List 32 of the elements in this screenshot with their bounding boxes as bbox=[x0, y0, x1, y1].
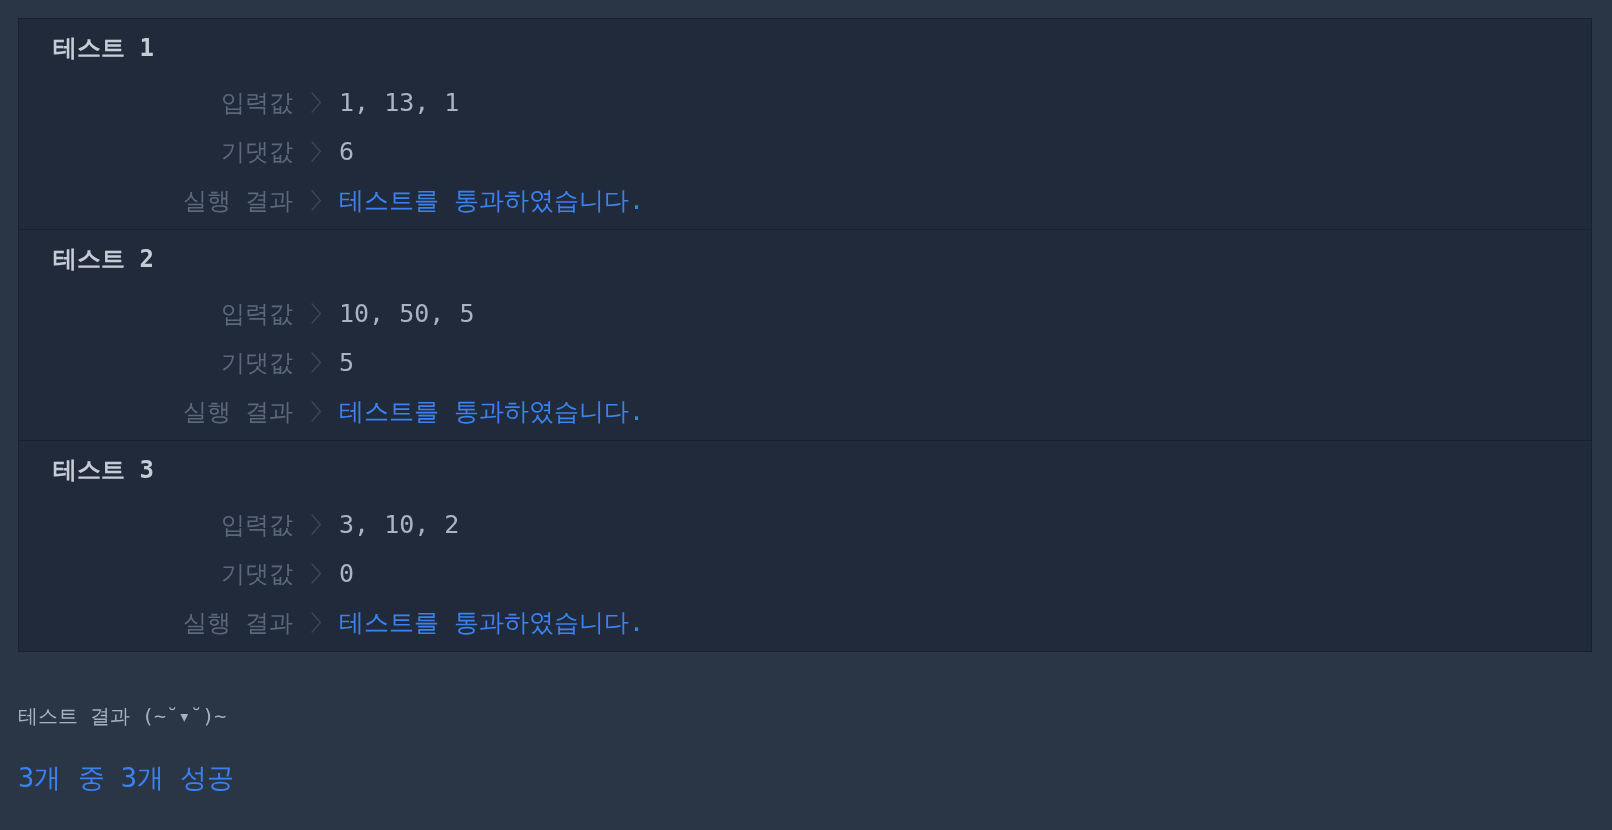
test-title: 테스트 2 bbox=[53, 244, 154, 275]
chevron-right-icon bbox=[311, 401, 321, 422]
expected-value: 5 bbox=[339, 346, 355, 379]
result-message: 테스트를 통과하였습니다. bbox=[339, 395, 645, 428]
chevron-right-icon bbox=[311, 563, 321, 584]
input-value: 1, 13, 1 bbox=[339, 86, 460, 119]
result-message: 테스트를 통과하였습니다. bbox=[339, 184, 645, 217]
row-label: 기댓값 bbox=[221, 136, 293, 168]
chevron-right-icon bbox=[311, 190, 321, 211]
expected-value: 6 bbox=[339, 135, 355, 168]
test-title: 테스트 3 bbox=[53, 455, 154, 486]
row-label: 입력값 bbox=[221, 298, 293, 330]
row-label: 실행 결과 bbox=[182, 185, 293, 217]
chevron-right-icon bbox=[311, 612, 321, 633]
row-label: 입력값 bbox=[221, 87, 293, 119]
row-label: 기댓값 bbox=[221, 347, 293, 379]
input-value: 3, 10, 2 bbox=[339, 508, 460, 541]
row-label: 입력값 bbox=[221, 509, 293, 541]
chevron-right-icon bbox=[311, 352, 321, 373]
summary-result: 3개 중 3개 성공 bbox=[18, 761, 235, 795]
expected-value: 0 bbox=[339, 557, 355, 590]
row-label: 실행 결과 bbox=[182, 396, 293, 428]
test-title: 테스트 1 bbox=[53, 33, 154, 64]
result-message: 테스트를 통과하였습니다. bbox=[339, 606, 645, 639]
row-label: 기댓값 bbox=[221, 558, 293, 590]
chevron-right-icon bbox=[311, 303, 321, 324]
chevron-right-icon bbox=[311, 141, 321, 162]
chevron-right-icon bbox=[311, 92, 321, 113]
row-label: 실행 결과 bbox=[182, 607, 293, 639]
chevron-right-icon bbox=[311, 514, 321, 535]
input-value: 10, 50, 5 bbox=[339, 297, 475, 330]
summary-heading: 테스트 결과 (~˘▾˘)~ bbox=[18, 704, 227, 728]
